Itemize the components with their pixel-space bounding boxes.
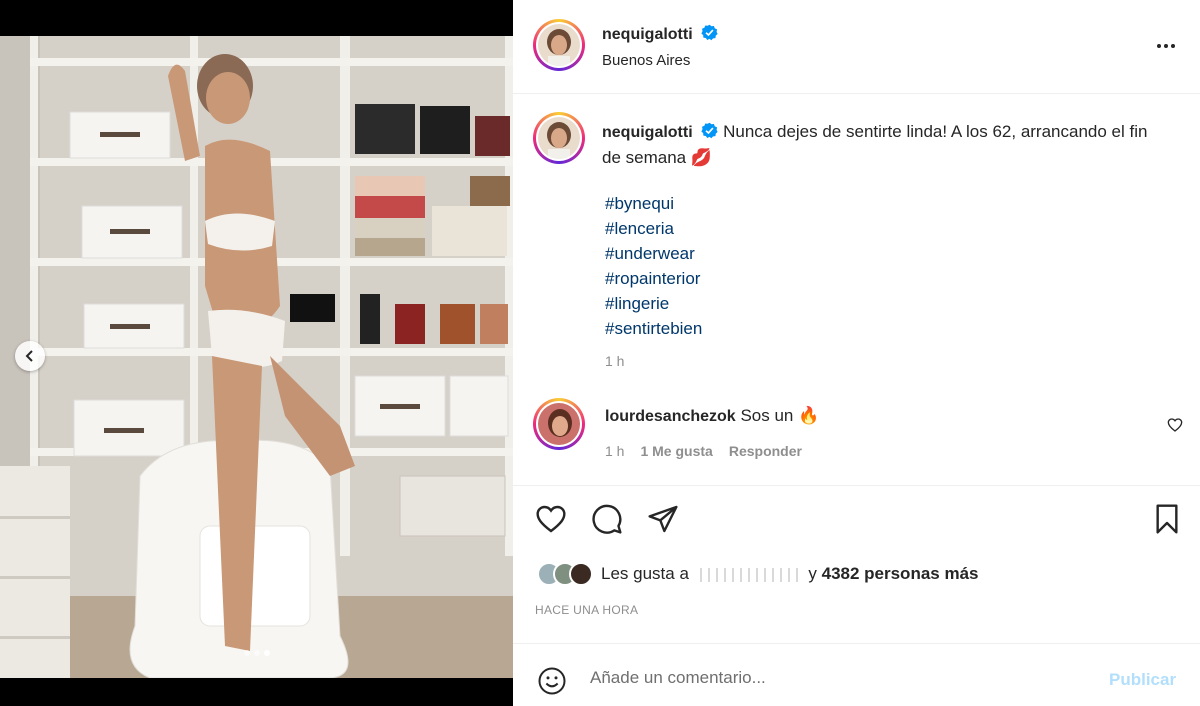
likes-text[interactable]: Les gusta a y 4382 personas más (601, 564, 979, 584)
post-photo[interactable] (0, 36, 513, 678)
post-timestamp[interactable]: HACE UNA HORA (535, 603, 638, 617)
caption-timestamp[interactable]: 1 h (605, 353, 624, 369)
carousel-dot (243, 650, 250, 656)
caption-username[interactable]: nequigalotti (602, 124, 693, 141)
author-username[interactable]: nequigalotti (602, 26, 693, 43)
comment-likes-count[interactable]: 1 Me gusta (640, 443, 712, 459)
author-avatar[interactable] (533, 19, 585, 71)
author-avatar-image (538, 24, 580, 66)
verified-badge-icon (701, 24, 718, 41)
publish-button[interactable]: Publicar (1109, 670, 1176, 690)
hashtag-link[interactable]: #ropainterior (605, 266, 702, 291)
comment-emoji: 🔥 (798, 406, 820, 425)
hashtag-link[interactable]: #underwear (605, 241, 702, 266)
comment-meta: 1 h 1 Me gusta Responder (605, 443, 802, 459)
comment-composer: Publicar (513, 643, 1200, 706)
bookmark-icon[interactable] (1151, 503, 1183, 535)
commenter-avatar-image (538, 403, 580, 445)
carousel-prev-button[interactable] (15, 341, 45, 371)
commenter-avatar[interactable] (533, 398, 585, 450)
emoji-icon[interactable] (537, 666, 567, 696)
comment-icon[interactable] (591, 503, 623, 535)
caption-hashtags: #bynequi #lenceria #underwear #ropainter… (605, 191, 702, 341)
post-location[interactable]: Buenos Aires (602, 52, 690, 69)
comments-section: nequigalotti Nunca dejes de sentirte lin… (513, 95, 1200, 485)
hashtag-link[interactable]: #sentirtebien (605, 316, 702, 341)
likes-connector: y (808, 564, 817, 583)
caption-avatar[interactable] (533, 112, 585, 164)
comment-reply-button[interactable]: Responder (729, 443, 802, 459)
author-name-row: nequigalotti (602, 24, 718, 44)
chevron-left-icon (25, 350, 33, 362)
heart-icon[interactable] (535, 503, 567, 535)
caption: nequigalotti Nunca dejes de sentirte lin… (602, 119, 1162, 170)
post-header: nequigalotti Buenos Aires (513, 0, 1200, 94)
send-icon[interactable] (647, 503, 679, 535)
liker-avatar[interactable] (569, 562, 593, 586)
caption-avatar-image (538, 117, 580, 159)
caption-emoji: 💋 (690, 148, 713, 167)
post-sidebar: nequigalotti Buenos Aires nequigalotti N… (513, 0, 1200, 706)
post-media (0, 0, 513, 706)
more-horizontal-icon (1157, 44, 1161, 48)
likes-prefix: Les gusta a (601, 564, 689, 583)
carousel-dot (253, 650, 260, 656)
likes-summary: Les gusta a y 4382 personas más (537, 562, 979, 586)
comment-text: Sos un (740, 406, 794, 425)
verified-badge-icon (701, 122, 719, 139)
comment-timestamp[interactable]: 1 h (605, 443, 624, 459)
commenter-username[interactable]: lourdesanchezok (605, 408, 736, 425)
more-options-button[interactable] (1151, 34, 1181, 58)
hashtag-link[interactable]: #bynequi (605, 191, 702, 216)
carousel-indicator (0, 650, 513, 656)
comment-body: lourdesanchezok Sos un 🔥 (605, 406, 819, 426)
closet-photo-illustration (0, 36, 513, 678)
hashtag-link[interactable]: #lingerie (605, 291, 702, 316)
comment-input[interactable] (590, 668, 1070, 688)
comment-like-heart-icon[interactable] (1167, 417, 1183, 433)
carousel-dot-active (263, 650, 270, 656)
likes-count[interactable]: 4382 personas más (822, 564, 979, 583)
hashtag-link[interactable]: #lenceria (605, 216, 702, 241)
blurred-username (693, 567, 804, 582)
